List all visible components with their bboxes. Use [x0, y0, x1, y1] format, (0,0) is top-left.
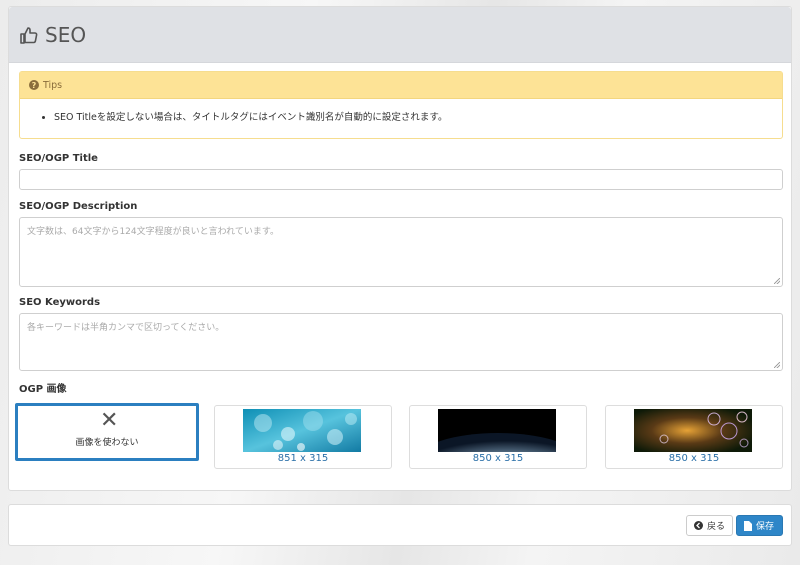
tips-header: ? Tips — [20, 72, 782, 99]
ogp-option-image-3[interactable]: 850 x 315 — [605, 405, 783, 469]
panel-header: SEO — [9, 7, 791, 63]
ogp-option-image-1[interactable]: 851 x 315 — [214, 405, 392, 469]
close-icon: ✕ — [100, 408, 119, 433]
seo-panel: SEO ? Tips SEO Titleを設定しない場合は、タイトルタグにはイベ… — [8, 6, 792, 491]
bubbles-image — [634, 409, 752, 452]
image-size-label: 851 x 315 — [277, 453, 329, 464]
back-arrow-icon — [694, 521, 703, 530]
image-size-label: 850 x 315 — [472, 453, 524, 464]
question-icon: ? — [29, 80, 39, 90]
description-placeholder: 文字数は、64文字から124文字程度が良いと言われています。 — [27, 227, 280, 237]
image-size-label: 850 x 315 — [668, 453, 720, 464]
resize-handle[interactable] — [774, 362, 780, 368]
tips-box: ? Tips SEO Titleを設定しない場合は、タイトルタグにはイベント識別… — [19, 71, 783, 139]
resize-handle[interactable] — [774, 278, 780, 284]
bokeh-image — [243, 409, 361, 452]
keywords-placeholder: 各キーワードは半角カンマで区切ってください。 — [27, 323, 225, 333]
back-button-label: 戻る — [707, 522, 726, 532]
ogp-none-label: 画像を使わない — [75, 438, 139, 448]
seo-description-textarea[interactable]: 文字数は、64文字から124文字程度が良いと言われています。 — [19, 217, 783, 287]
earth-image — [438, 409, 556, 452]
save-button[interactable]: 保存 — [736, 515, 783, 536]
tips-item: SEO Titleを設定しない場合は、タイトルタグにはイベント識別名が自動的に設… — [54, 109, 782, 123]
seo-title-input[interactable] — [19, 169, 783, 190]
tips-heading: Tips — [43, 79, 63, 91]
seo-keywords-label: SEO Keywords — [19, 297, 101, 308]
file-icon — [744, 520, 752, 531]
seo-description-label: SEO/OGP Description — [19, 201, 138, 212]
ogp-option-image-2[interactable]: 850 x 315 — [409, 405, 587, 469]
ogp-image-label: OGP 画像 — [19, 384, 67, 395]
back-button[interactable]: 戻る — [686, 515, 733, 536]
page-title: SEO — [45, 22, 87, 47]
ogp-option-none[interactable]: ✕ 画像を使わない — [15, 403, 199, 461]
action-bar: 戻る 保存 — [8, 504, 792, 546]
seo-title-label: SEO/OGP Title — [19, 153, 98, 164]
thumbs-up-icon — [20, 26, 38, 44]
save-button-label: 保存 — [756, 522, 775, 532]
seo-keywords-textarea[interactable]: 各キーワードは半角カンマで区切ってください。 — [19, 313, 783, 371]
tips-list: SEO Titleを設定しない場合は、タイトルタグにはイベント識別名が自動的に設… — [20, 99, 782, 123]
